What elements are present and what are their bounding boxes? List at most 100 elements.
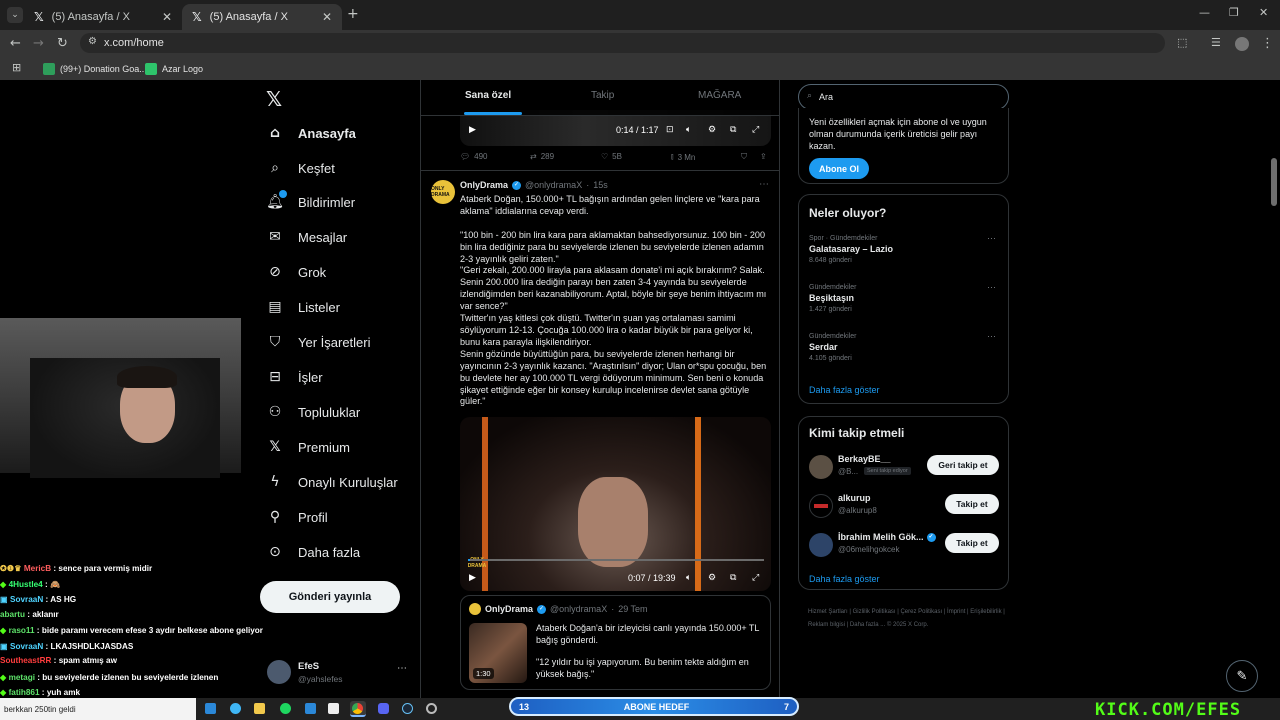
profile-name: EfeS — [298, 661, 320, 672]
more-icon[interactable]: ⋯ — [987, 282, 996, 293]
browser-menu-icon[interactable]: ⋮ — [1261, 36, 1274, 51]
taskbar-steam-icon[interactable] — [402, 703, 413, 714]
follow-button[interactable]: Takip et — [945, 494, 999, 514]
share-button[interactable]: ⇪ — [760, 152, 767, 161]
sidebar-item-grok[interactable]: ⊘ Grok — [266, 260, 326, 284]
taskbar-discord-icon[interactable] — [378, 703, 389, 714]
show-more-trends-link[interactable]: Daha fazla göster — [809, 385, 880, 395]
sidebar-item-bookmarks[interactable]: ⛉ Yer İşaretleri — [266, 330, 371, 354]
bookmark-item[interactable]: (99+) Donation Goa... — [43, 61, 147, 77]
tab-search-icon[interactable]: ⌄ — [7, 7, 23, 23]
footer-links[interactable]: Hizmet Şartları | Gizlilik Politikası | … — [808, 606, 1008, 632]
sidebar-item-messages[interactable]: ✉ Mesajlar — [266, 225, 347, 249]
like-button[interactable]: ♡ 5B — [601, 152, 622, 161]
tab-magara[interactable]: MAĞARA — [698, 90, 741, 101]
follow-suggestion[interactable]: alkurup @alkurup8 Takip et — [809, 493, 1001, 521]
search-input[interactable]: ⌕ Ara — [798, 84, 1009, 110]
search-icon: ⌕ — [271, 160, 279, 176]
taskbar-app-icon[interactable] — [205, 703, 216, 714]
bookmark-button[interactable]: ⛉ — [741, 152, 747, 162]
reload-icon[interactable]: ↻ — [57, 36, 68, 51]
video-progress-track[interactable] — [468, 559, 764, 561]
minimize-icon[interactable]: — — [1199, 6, 1210, 19]
sidebar-item-label: Premium — [298, 439, 351, 455]
tab-following[interactable]: Takip — [591, 90, 614, 101]
sidebar-item-home[interactable]: ⌂ Anasayfa — [266, 121, 356, 145]
sidebar-item-lists[interactable]: ▤ Listeler — [266, 295, 340, 319]
taskbar-app-icon[interactable] — [305, 703, 316, 714]
taskbar-chrome-icon[interactable] — [350, 701, 366, 717]
views-button[interactable]: ⫾ 3 Mn — [671, 152, 695, 162]
restore-icon[interactable]: ❐ — [1229, 6, 1239, 19]
x-logo-icon[interactable]: 𝕏 — [266, 87, 282, 111]
tab-groups-icon[interactable]: ☰ — [1211, 36, 1221, 49]
pip-icon[interactable]: ⧉ — [730, 572, 736, 583]
more-icon[interactable]: ⋯ — [987, 331, 996, 342]
sidebar-item-more[interactable]: ⊙ Daha fazla — [266, 540, 360, 564]
like-count: 5B — [612, 152, 622, 161]
close-tab-icon[interactable]: ✕ — [162, 10, 172, 24]
post-video[interactable]: ONLY DRAMA ▶ 0:07 / 19:39 🔈︎ ⚙ ⧉ ⤢ — [460, 417, 771, 591]
follow-button[interactable]: Takip et — [945, 533, 999, 553]
trend-item[interactable]: Spor · Gündemdekiler Galatasaray – Lazio… — [809, 233, 999, 264]
new-tab-icon[interactable]: + — [347, 6, 359, 22]
sidebar-item-notifications[interactable]: 🔔︎ Bildirimler — [266, 190, 355, 214]
extensions-icon[interactable]: ⬚ — [1177, 36, 1187, 49]
quoted-post[interactable]: OnlyDrama ✓ @onlydramaX · 29 Tem 1:30 At… — [460, 595, 771, 690]
volume-icon[interactable]: 🔈︎ — [686, 124, 691, 135]
taskbar-folder-icon[interactable] — [254, 703, 265, 714]
sidebar-item-explore[interactable]: ⌕ Keşfet — [266, 156, 335, 180]
page-scrollbar[interactable] — [1271, 158, 1277, 206]
play-icon[interactable]: ▶ — [469, 572, 476, 583]
browser-tab[interactable]: 𝕏 (5) Anasayfa / X ✕ — [24, 4, 182, 30]
browser-tab-active[interactable]: 𝕏 (5) Anasayfa / X ✕ — [182, 4, 342, 30]
apps-grid-icon[interactable]: ⊞ — [12, 61, 21, 74]
chat-message: ✪❶♛ MericB : sence para vermiş midir — [0, 564, 153, 573]
more-icon[interactable]: ⋯ — [759, 179, 769, 190]
back-icon[interactable]: ← — [10, 36, 21, 51]
sidebar-item-jobs[interactable]: ⊟ İşler — [266, 365, 322, 389]
more-icon[interactable]: ⋯ — [987, 233, 996, 244]
pip-icon[interactable]: ⧉ — [730, 124, 736, 135]
volume-icon[interactable]: 🔈︎ — [686, 572, 691, 583]
play-icon[interactable]: ▶ — [469, 124, 476, 135]
reply-button[interactable]: 💬︎ 490 — [460, 152, 488, 161]
post-handle[interactable]: @onlydramaX — [525, 180, 582, 190]
sidebar-item-premium[interactable]: 𝕏 Premium — [266, 435, 350, 459]
close-tab-icon[interactable]: ✕ — [322, 10, 332, 24]
tab-for-you[interactable]: Sana özel — [465, 90, 511, 101]
address-bar[interactable]: ⚙ x.com/home — [80, 33, 1165, 53]
sidebar-item-verified-orgs[interactable]: ϟ Onaylı Kuruluşlar — [266, 470, 397, 494]
captions-icon[interactable]: ⊡ — [666, 124, 674, 135]
subscribe-button[interactable]: Abone Ol — [809, 158, 869, 179]
follow-back-button[interactable]: Geri takip et — [927, 455, 999, 475]
bookmarks-bar: ⊞ (99+) Donation Goa... Azar Logo — [0, 58, 1280, 80]
settings-icon[interactable]: ⚙ — [708, 124, 716, 135]
sidebar-item-profile[interactable]: ⚲ Profil — [266, 505, 328, 529]
follow-suggestion[interactable]: BerkayBE__ @B... Seni takip ediyor Geri … — [809, 454, 1001, 482]
sidebar-item-communities[interactable]: ⚇ Topluluklar — [266, 400, 360, 424]
fullscreen-icon[interactable]: ⤢ — [752, 124, 759, 135]
settings-icon[interactable]: ⚙ — [708, 572, 716, 583]
x-favicon-icon: 𝕏 — [34, 10, 44, 24]
show-more-follows-link[interactable]: Daha fazla göster — [809, 574, 880, 584]
trend-item[interactable]: Gündemdekiler Serdar 4.105 gönderi ⋯ — [809, 331, 999, 362]
taskbar-obs-icon[interactable] — [426, 703, 437, 714]
repost-button[interactable]: ⇄ 289 — [530, 152, 554, 161]
browser-profile-avatar[interactable] — [1235, 37, 1249, 51]
grok-drawer-button[interactable]: ✎ — [1226, 660, 1258, 692]
fullscreen-icon[interactable]: ⤢ — [752, 572, 759, 583]
taskbar-app-icon[interactable] — [328, 703, 339, 714]
taskbar-app-icon[interactable] — [230, 703, 241, 714]
taskbar-spotify-icon[interactable] — [280, 703, 291, 714]
forward-icon[interactable]: → — [33, 36, 44, 51]
bookmark-item[interactable]: Azar Logo — [145, 61, 203, 77]
close-window-icon[interactable]: ✕ — [1259, 6, 1268, 19]
follow-suggestion[interactable]: İbrahim Melih Gök... ✓ @06melihgokcek Tak… — [809, 532, 1001, 560]
site-info-icon[interactable]: ⚙ — [88, 36, 97, 47]
taskbar-search[interactable]: berkkan 250tin geldi — [0, 698, 196, 720]
avatar[interactable]: ONLY DRAMA — [431, 180, 455, 204]
trend-item[interactable]: Gündemdekiler Beşiktaşın 1.427 gönderi ⋯ — [809, 282, 999, 313]
post-time[interactable]: 15s — [593, 180, 608, 190]
post-author[interactable]: OnlyDrama — [460, 180, 508, 190]
